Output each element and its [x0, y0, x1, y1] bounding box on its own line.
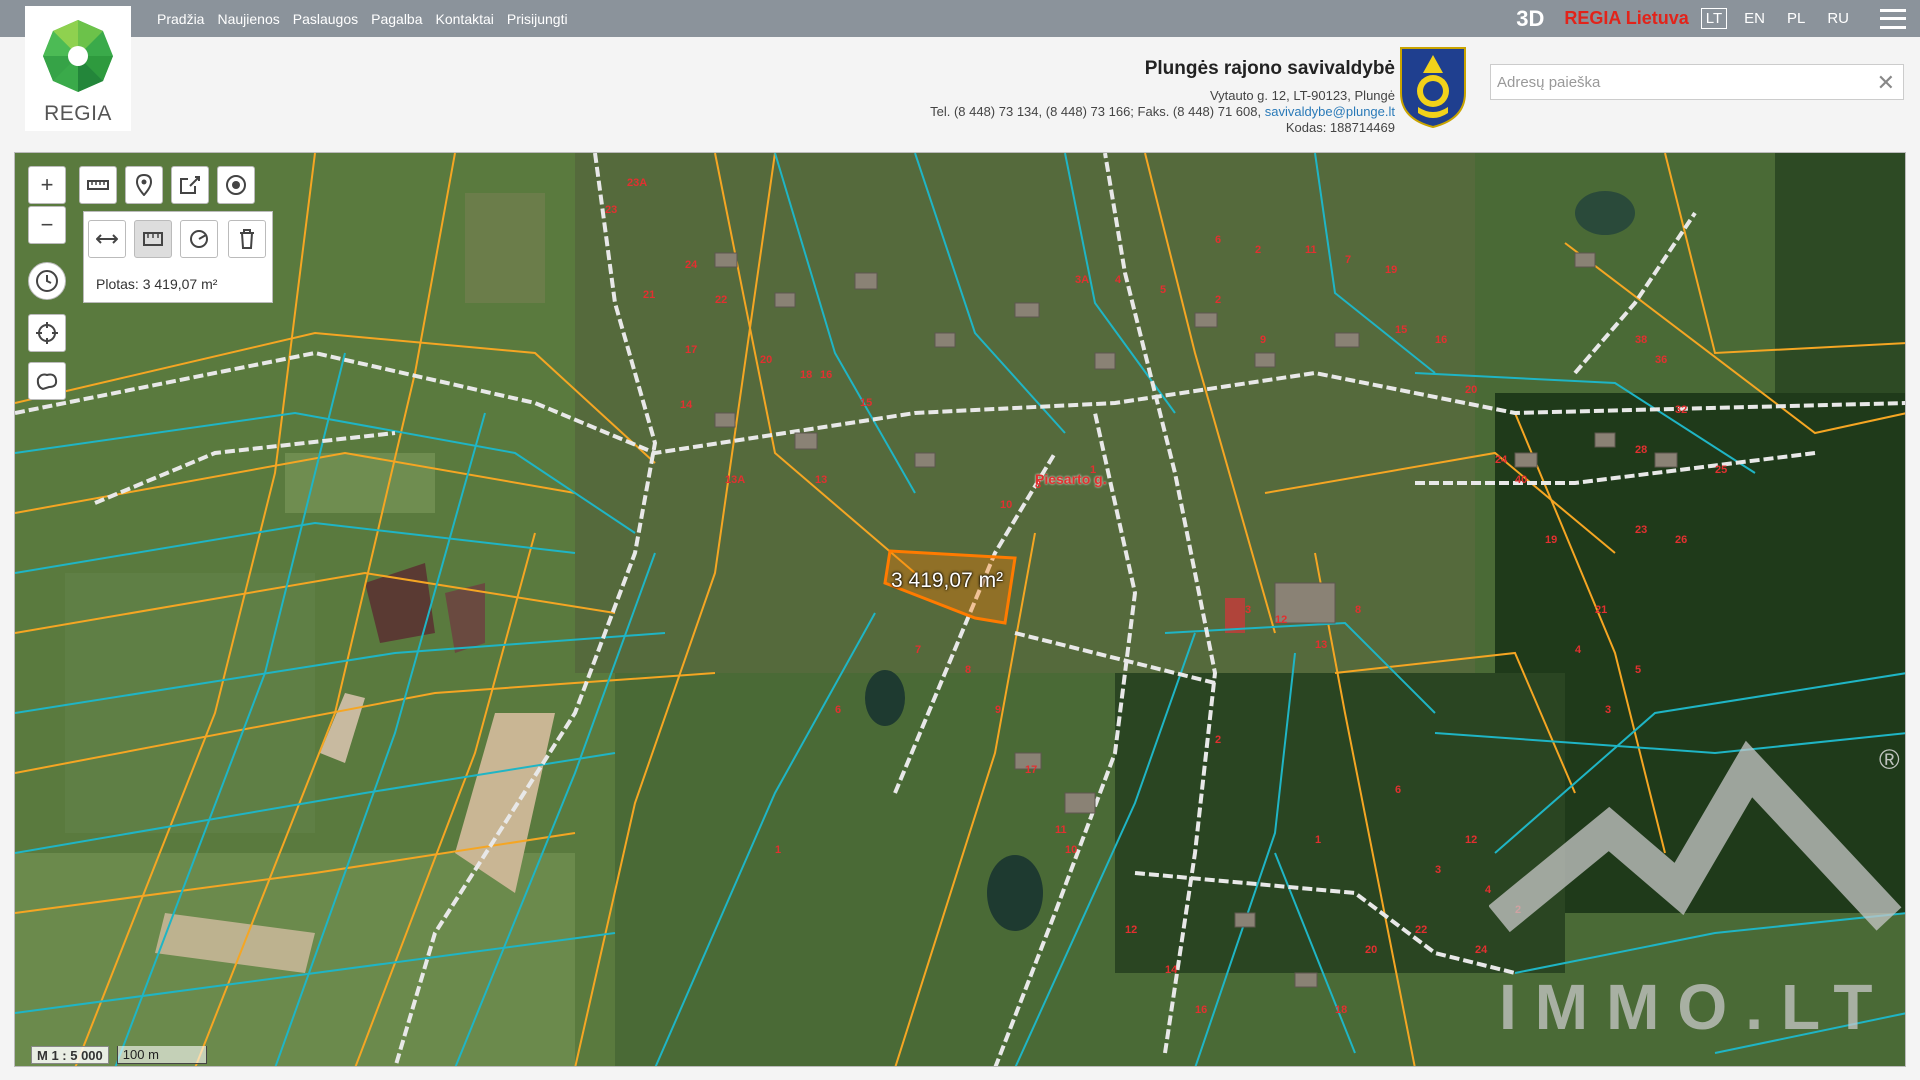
zoom-in-button[interactable]: + — [28, 166, 66, 204]
municipality-name: Plungės rajono savivaldybė — [1144, 58, 1395, 79]
search-clear-icon[interactable]: ✕ — [1877, 70, 1895, 96]
municipality-address: Vytauto g. 12, LT-90123, Plungė — [1209, 88, 1395, 103]
logo-text: REGIA — [44, 102, 112, 125]
3d-button[interactable]: 3D — [1516, 6, 1544, 32]
nav-item-prisijungti[interactable]: Prisijungti — [507, 11, 568, 27]
municipality-email-link[interactable]: savivaldybe@plunge.lt — [1265, 104, 1395, 119]
share-button[interactable] — [171, 166, 209, 204]
zoom-out-button[interactable]: − — [28, 206, 66, 244]
locate-button[interactable] — [28, 314, 66, 352]
map-pin-icon — [136, 174, 152, 196]
nav-item-pradzia[interactable]: Pradžia — [157, 11, 204, 27]
clock-icon — [36, 270, 58, 292]
lang-lt[interactable]: LT — [1700, 8, 1728, 29]
map-view[interactable]: + − Plotas: 3 419,07 m² 3 419,07 m² Pies… — [14, 152, 1906, 1067]
address-search: ✕ — [1490, 64, 1904, 100]
measure-result: Plotas: 3 419,07 m² — [96, 276, 218, 292]
draw-area-button[interactable] — [28, 362, 66, 400]
trash-icon — [240, 229, 254, 249]
layers-button[interactable] — [217, 166, 255, 204]
measure-distance-button[interactable] — [88, 220, 126, 258]
area-icon — [143, 232, 163, 246]
lang-ru[interactable]: RU — [1822, 8, 1854, 29]
delete-measure-button[interactable] — [228, 220, 266, 258]
history-icon[interactable] — [28, 262, 66, 300]
scale-ratio: M 1 : 5 000 — [31, 1046, 109, 1064]
scale-bar: M 1 : 5 000 100 m — [31, 1046, 207, 1064]
address-search-input[interactable] — [1491, 65, 1851, 99]
ruler-icon — [87, 180, 109, 190]
hamburger-menu-icon[interactable] — [1880, 8, 1906, 29]
nav-item-kontaktai[interactable]: Kontaktai — [436, 11, 494, 27]
watermark-registered-mark: ® — [1879, 744, 1900, 775]
immo-watermark: ® IMMO.LT — [1489, 740, 1902, 1043]
area-label: 3 419,07 m² — [891, 569, 1004, 592]
distance-icon — [96, 234, 118, 244]
radius-icon — [190, 230, 208, 248]
municipality-info: Plungės rajono savivaldybė Vytauto g. 12… — [930, 58, 1395, 136]
lang-pl[interactable]: PL — [1782, 8, 1810, 29]
regia-logo-icon — [43, 20, 113, 92]
header-right: 3D REGIA Lietuva LT EN PL RU — [1516, 0, 1920, 37]
street-label: Piesarto g. — [1035, 471, 1107, 487]
lang-en[interactable]: EN — [1739, 8, 1770, 29]
marker-tool-button[interactable] — [125, 166, 163, 204]
target-icon — [226, 175, 246, 195]
measure-tool-button[interactable] — [79, 166, 117, 204]
measure-panel: Plotas: 3 419,07 m² — [83, 211, 273, 303]
nav-item-paslaugos[interactable]: Paslaugos — [293, 11, 358, 27]
nav-item-pagalba[interactable]: Pagalba — [371, 11, 422, 27]
municipality-code: Kodas: 188714469 — [1285, 120, 1395, 135]
polygon-icon — [36, 373, 58, 391]
regia-lietuva-link[interactable]: REGIA Lietuva — [1564, 8, 1688, 29]
share-icon — [180, 176, 200, 194]
nav-item-naujienos[interactable]: Naujienos — [217, 11, 279, 27]
watermark-text: IMMO.LT — [1499, 971, 1890, 1043]
municipality-phones: Tel. (8 448) 73 134, (8 448) 73 166; Fak… — [930, 104, 1395, 119]
coat-of-arms-icon — [1400, 47, 1466, 129]
measure-area-button[interactable] — [134, 220, 172, 258]
main-nav: Pradžia Naujienos Paslaugos Pagalba Kont… — [157, 0, 568, 37]
top-bar: Pradžia Naujienos Paslaugos Pagalba Kont… — [0, 0, 1920, 37]
crosshair-icon — [36, 322, 58, 344]
measure-radius-button[interactable] — [180, 220, 218, 258]
scale-distance: 100 m — [116, 1046, 207, 1064]
regia-logo[interactable]: REGIA — [25, 6, 131, 131]
